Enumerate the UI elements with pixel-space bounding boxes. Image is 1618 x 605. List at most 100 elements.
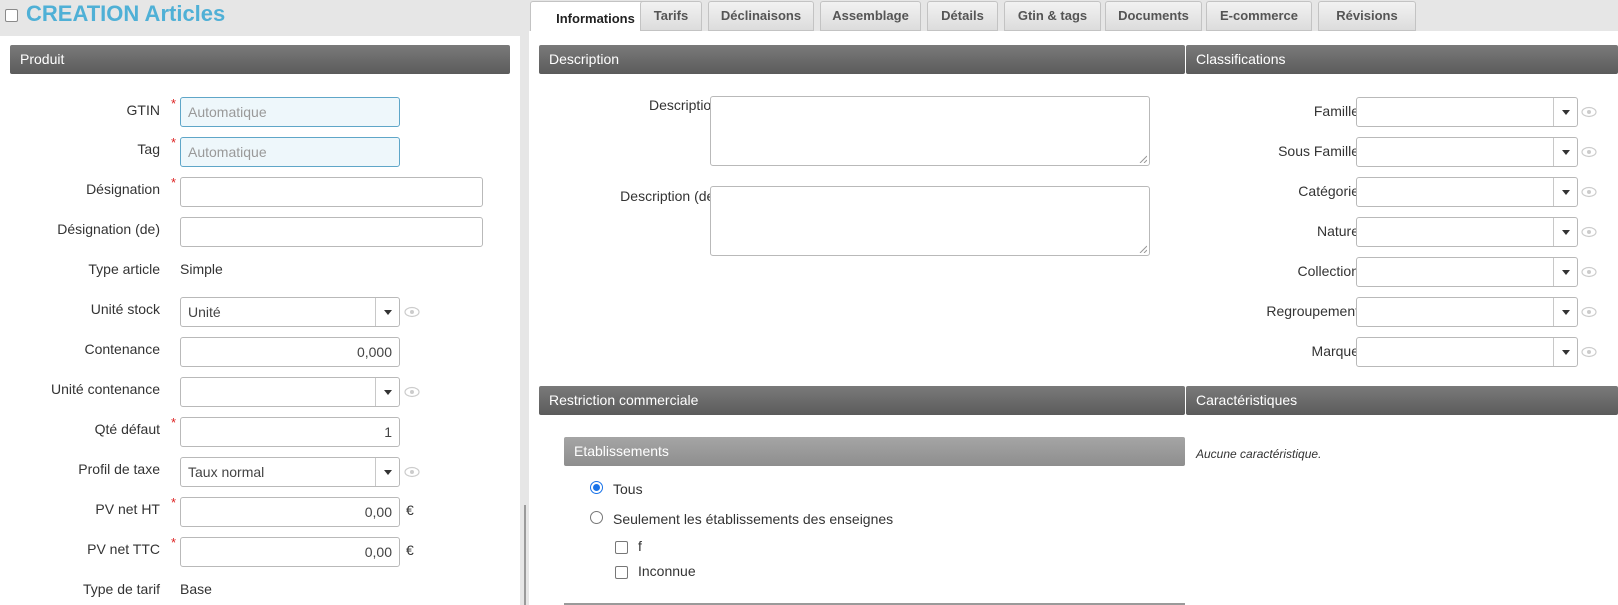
dropdown-toggle[interactable]: [1553, 258, 1577, 286]
tab-declinaisons[interactable]: Déclinaisons: [708, 1, 814, 31]
eye-icon[interactable]: [1581, 306, 1597, 318]
nature-select[interactable]: [1356, 217, 1578, 247]
enseigne-inconnue-label: Inconnue: [638, 563, 696, 579]
unite-stock-select[interactable]: Unité: [180, 297, 400, 327]
tab-documents[interactable]: Documents: [1105, 1, 1202, 31]
dropdown-toggle[interactable]: [1553, 338, 1577, 366]
unite-stock-value: Unité: [188, 304, 221, 320]
dropdown-toggle[interactable]: [1553, 138, 1577, 166]
radio-seulement-enseignes-label: Seulement les établissements des enseign…: [613, 511, 894, 527]
caret-down-icon: [1562, 270, 1570, 275]
caret-down-icon: [1562, 350, 1570, 355]
dropdown-toggle[interactable]: [1553, 178, 1577, 206]
enseigne-f-label: f: [638, 538, 642, 554]
required-marker: *: [171, 415, 177, 430]
designation-de-label: Désignation (de): [57, 221, 160, 237]
type-article-value: Simple: [180, 261, 223, 277]
dropdown-toggle[interactable]: [1553, 98, 1577, 126]
profil-taxe-value: Taux normal: [188, 464, 265, 480]
enseigne-f-checkbox[interactable]: [615, 541, 628, 554]
left-panel: Produit GTIN * Automatique Tag * Automat…: [0, 36, 520, 605]
section-caracteristiques-header: Caractéristiques: [1186, 386, 1618, 415]
eye-icon[interactable]: [1581, 226, 1597, 238]
regroupement-label: Regroupement: [1266, 303, 1359, 319]
pv-net-ttc-input[interactable]: 0,00: [180, 537, 400, 567]
dropdown-toggle[interactable]: [375, 458, 399, 486]
required-marker: *: [171, 495, 177, 510]
caret-down-icon: [1562, 230, 1570, 235]
eye-icon[interactable]: [1581, 106, 1597, 118]
qte-defaut-input[interactable]: 1: [180, 417, 400, 447]
caret-down-icon: [1562, 310, 1570, 315]
radio-tous-label: Tous: [613, 481, 643, 497]
dropdown-toggle[interactable]: [1553, 218, 1577, 246]
famille-select[interactable]: [1356, 97, 1578, 127]
etablissements-header: Etablissements: [564, 437, 1185, 466]
caret-down-icon: [384, 390, 392, 395]
description-textarea[interactable]: [710, 96, 1150, 166]
regroupement-select[interactable]: [1356, 297, 1578, 327]
caret-down-icon: [384, 470, 392, 475]
radio-seulement-enseignes[interactable]: [590, 511, 603, 524]
eye-icon[interactable]: [1581, 146, 1597, 158]
section-produit-header: Produit: [10, 45, 510, 74]
famille-label: Famille: [1313, 103, 1359, 119]
caret-down-icon: [1562, 110, 1570, 115]
currency-unit: €: [406, 542, 414, 558]
designation-label: Désignation: [86, 181, 160, 197]
profil-taxe-select[interactable]: Taux normal: [180, 457, 400, 487]
collection-label: Collection: [1297, 263, 1359, 279]
eye-icon[interactable]: [404, 306, 420, 318]
section-classifications-header: Classifications: [1186, 45, 1618, 74]
dropdown-toggle[interactable]: [375, 378, 399, 406]
required-marker: *: [171, 96, 177, 111]
right-panel: Description Description Description (de)…: [529, 31, 1618, 605]
marque-select[interactable]: [1356, 337, 1578, 367]
type-article-label: Type article: [88, 261, 160, 277]
designation-de-input[interactable]: [180, 217, 483, 247]
collection-select[interactable]: [1356, 257, 1578, 287]
select-all-checkbox[interactable]: [5, 9, 18, 22]
resize-grip-icon[interactable]: [1139, 155, 1147, 163]
radio-tous[interactable]: [590, 481, 603, 494]
currency-unit: €: [406, 502, 414, 518]
tab-e-commerce[interactable]: E-commerce: [1206, 1, 1312, 31]
tab-tarifs[interactable]: Tarifs: [640, 1, 702, 31]
dropdown-toggle[interactable]: [375, 298, 399, 326]
caret-down-icon: [1562, 190, 1570, 195]
no-caracteristiques-text: Aucune caractéristique.: [1196, 447, 1322, 461]
sous-famille-select[interactable]: [1356, 137, 1578, 167]
designation-input[interactable]: [180, 177, 483, 207]
tab-gtin-tags[interactable]: Gtin & tags: [1004, 1, 1101, 31]
description-de-textarea[interactable]: [710, 186, 1150, 256]
eye-icon[interactable]: [1581, 346, 1597, 358]
unite-stock-label: Unité stock: [90, 301, 160, 317]
eye-icon[interactable]: [1581, 266, 1597, 278]
tag-input[interactable]: Automatique: [180, 137, 400, 167]
required-marker: *: [171, 535, 177, 550]
unite-contenance-select[interactable]: [180, 377, 400, 407]
tag-label: Tag: [137, 141, 160, 157]
eye-icon[interactable]: [404, 386, 420, 398]
contenance-input[interactable]: 0,000: [180, 337, 400, 367]
profil-taxe-label: Profil de taxe: [78, 461, 160, 477]
gtin-input[interactable]: Automatique: [180, 97, 400, 127]
resize-grip-icon[interactable]: [1139, 245, 1147, 253]
tab-details[interactable]: Détails: [927, 1, 998, 31]
tab-revisions[interactable]: Révisions: [1318, 1, 1416, 31]
qte-defaut-label: Qté défaut: [94, 421, 160, 437]
dropdown-toggle[interactable]: [1553, 298, 1577, 326]
eye-icon[interactable]: [1581, 186, 1597, 198]
categorie-label: Catégorie: [1298, 183, 1359, 199]
scrollbar[interactable]: [524, 505, 526, 605]
section-description-header: Description: [539, 45, 1185, 74]
marque-label: Marque: [1311, 343, 1359, 359]
pv-net-ht-label: PV net HT: [95, 501, 160, 517]
pv-net-ht-input[interactable]: 0,00: [180, 497, 400, 527]
unite-contenance-label: Unité contenance: [51, 381, 160, 397]
contenance-label: Contenance: [84, 341, 160, 357]
categorie-select[interactable]: [1356, 177, 1578, 207]
tab-assemblage[interactable]: Assemblage: [820, 1, 921, 31]
enseigne-inconnue-checkbox[interactable]: [615, 566, 628, 579]
eye-icon[interactable]: [404, 466, 420, 478]
